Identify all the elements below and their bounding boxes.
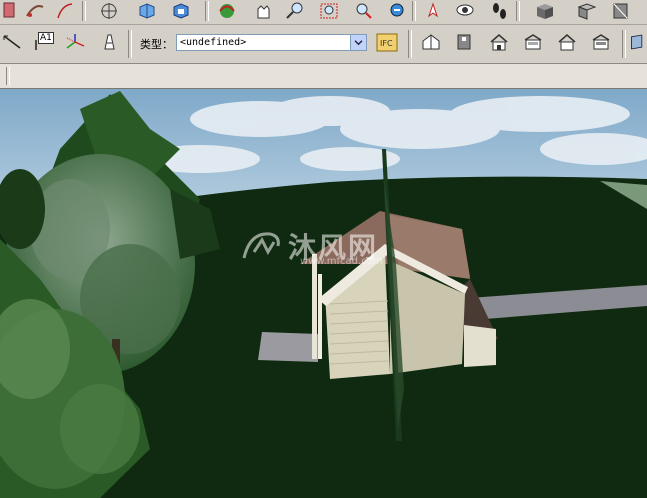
toolbar-row-3 — [0, 64, 647, 89]
axes-icon[interactable] — [62, 31, 88, 53]
type-select[interactable]: <undefined> — [176, 34, 367, 51]
svg-text:IFC: IFC — [380, 39, 393, 48]
type-select-value: <undefined> — [180, 37, 247, 48]
toolbar-row-1 — [0, 0, 647, 25]
zoom-window-icon[interactable] — [316, 0, 342, 22]
push-pull-icon[interactable] — [134, 0, 160, 22]
zoom-icon[interactable] — [282, 0, 308, 22]
chevron-down-icon[interactable] — [350, 35, 366, 50]
house-iso-icon[interactable] — [418, 31, 444, 53]
pan-hand-icon[interactable] — [250, 0, 276, 22]
orbit-icon[interactable] — [214, 0, 240, 22]
move-icon[interactable] — [96, 0, 122, 22]
watermark-url: www.mfcad.com — [300, 256, 383, 267]
arc-icon[interactable] — [52, 0, 78, 22]
house-right-icon[interactable] — [520, 31, 546, 53]
component-attributes-icon[interactable]: IFC — [372, 29, 402, 57]
3d-text-icon[interactable] — [96, 31, 122, 53]
follow-me-icon[interactable] — [168, 0, 194, 22]
section-display-icon[interactable] — [574, 0, 600, 22]
house-back-icon[interactable] — [554, 31, 580, 53]
section-cut-icon[interactable] — [608, 0, 634, 22]
walk-icon[interactable] — [486, 0, 512, 22]
paint-bucket-icon[interactable] — [22, 0, 48, 22]
zoom-extents-icon[interactable] — [350, 0, 376, 22]
front-slab — [258, 332, 318, 362]
house-left-icon[interactable] — [588, 31, 614, 53]
look-around-icon[interactable] — [452, 0, 478, 22]
previous-view-icon[interactable] — [384, 0, 410, 22]
scene — [0, 89, 647, 498]
dimension-icon[interactable] — [0, 31, 26, 53]
house-top-icon[interactable] — [452, 31, 478, 53]
house-front-icon[interactable] — [486, 31, 512, 53]
parallel-projection-icon[interactable] — [628, 31, 647, 53]
watermark-logo-icon — [242, 232, 280, 259]
text-tool[interactable]: A1 — [30, 31, 56, 53]
toolbar-row-2: A1 类型： <undefined> IFC — [0, 25, 647, 64]
section-plane-icon[interactable] — [532, 0, 558, 22]
type-label: 类型： — [140, 38, 173, 51]
position-camera-icon[interactable] — [420, 0, 446, 22]
model-viewport[interactable]: 沐风网 www.mfcad.com — [0, 89, 647, 498]
